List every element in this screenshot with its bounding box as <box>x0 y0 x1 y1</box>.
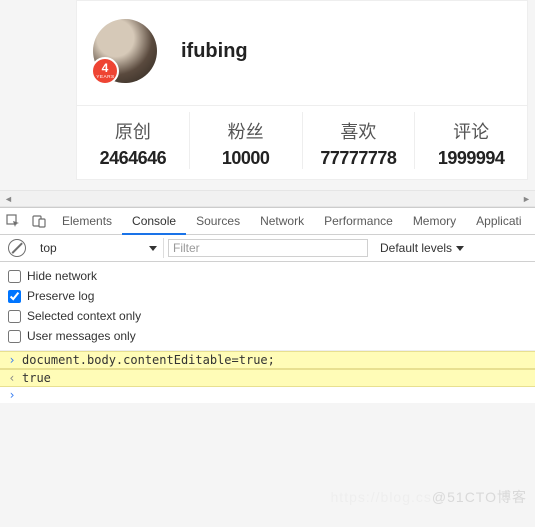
console-prompt[interactable]: › <box>0 387 535 403</box>
input-marker-icon: › <box>6 353 18 367</box>
console-code: document.body.contentEditable=true; <box>22 353 275 367</box>
stat-label: 原创 <box>77 112 189 148</box>
dropdown-icon <box>456 246 464 251</box>
tab-sources[interactable]: Sources <box>186 208 250 235</box>
output-marker-icon: ‹ <box>6 371 18 385</box>
profile-header: 4 YEARS ifubing <box>77 1 527 106</box>
stat-likes[interactable]: 喜欢 77777778 <box>302 112 415 169</box>
avatar-wrap[interactable]: 4 YEARS <box>93 19 157 83</box>
scroll-left-icon[interactable]: ◄ <box>0 190 17 207</box>
checkbox[interactable] <box>8 330 21 343</box>
console-result: true <box>22 371 51 385</box>
console-input-line: › document.body.contentEditable=true; <box>0 351 535 369</box>
stat-comments[interactable]: 评论 1999994 <box>414 112 527 169</box>
console-result-line: ‹ true <box>0 369 535 387</box>
check-user-messages[interactable]: User messages only <box>8 326 527 346</box>
levels-label: Default levels <box>380 241 452 255</box>
tab-network[interactable]: Network <box>250 208 314 235</box>
watermark-faint: https://blog.cs <box>331 489 432 505</box>
profile-card: 4 YEARS ifubing 原创 2464646 粉丝 10000 喜欢 7… <box>76 0 528 180</box>
check-hide-network[interactable]: Hide network <box>8 266 527 286</box>
inspect-icon[interactable] <box>0 208 26 235</box>
checkbox[interactable] <box>8 270 21 283</box>
tab-console[interactable]: Console <box>122 208 186 235</box>
watermark: https://blog.cs@51CTO博客 <box>331 487 527 507</box>
badge-unit: YEARS <box>96 75 114 80</box>
check-preserve-log[interactable]: Preserve log <box>8 286 527 306</box>
device-toggle-icon[interactable] <box>26 208 52 235</box>
tab-performance[interactable]: Performance <box>314 208 403 235</box>
tab-elements[interactable]: Elements <box>52 208 122 235</box>
tab-memory[interactable]: Memory <box>403 208 466 235</box>
stat-value: 1999994 <box>415 148 527 169</box>
stat-original[interactable]: 原创 2464646 <box>77 112 189 169</box>
checkbox[interactable] <box>8 290 21 303</box>
prompt-marker-icon: › <box>6 388 18 402</box>
context-value: top <box>40 241 57 255</box>
filter-input[interactable]: Filter <box>168 239 368 257</box>
log-levels-selector[interactable]: Default levels <box>372 241 472 255</box>
stats-row: 原创 2464646 粉丝 10000 喜欢 77777778 评论 19999… <box>77 106 527 179</box>
scroll-track[interactable] <box>17 191 518 206</box>
check-label: Hide network <box>27 269 97 283</box>
badge-number: 4 <box>102 62 109 74</box>
stat-label: 粉丝 <box>190 112 302 148</box>
stat-value: 77777778 <box>303 148 415 169</box>
context-selector[interactable]: top <box>34 238 164 258</box>
avatar-badge: 4 YEARS <box>91 57 119 85</box>
filter-placeholder: Filter <box>173 241 200 255</box>
devtools-panel: Elements Console Sources Network Perform… <box>0 207 535 403</box>
check-selected-context[interactable]: Selected context only <box>8 306 527 326</box>
horizontal-scrollbar[interactable]: ◄ ► <box>0 190 535 207</box>
devtools-tabbar: Elements Console Sources Network Perform… <box>0 208 535 235</box>
stat-label: 评论 <box>415 112 527 148</box>
check-label: Selected context only <box>27 309 141 323</box>
clear-console-icon[interactable] <box>8 239 26 257</box>
check-label: User messages only <box>27 329 136 343</box>
checkbox[interactable] <box>8 310 21 323</box>
stat-value: 2464646 <box>77 148 189 169</box>
scroll-right-icon[interactable]: ► <box>518 190 535 207</box>
stat-label: 喜欢 <box>303 112 415 148</box>
page-content: 4 YEARS ifubing 原创 2464646 粉丝 10000 喜欢 7… <box>0 0 535 180</box>
console-output: › document.body.contentEditable=true; ‹ … <box>0 350 535 403</box>
username[interactable]: ifubing <box>181 40 248 63</box>
console-settings: Hide network Preserve log Selected conte… <box>0 262 535 350</box>
stat-followers[interactable]: 粉丝 10000 <box>189 112 302 169</box>
tab-application[interactable]: Applicati <box>466 208 531 235</box>
console-toolbar: top Filter Default levels <box>0 235 535 262</box>
watermark-main: @51CTO博客 <box>432 489 527 505</box>
stat-value: 10000 <box>190 148 302 169</box>
dropdown-icon <box>149 246 157 251</box>
check-label: Preserve log <box>27 289 94 303</box>
